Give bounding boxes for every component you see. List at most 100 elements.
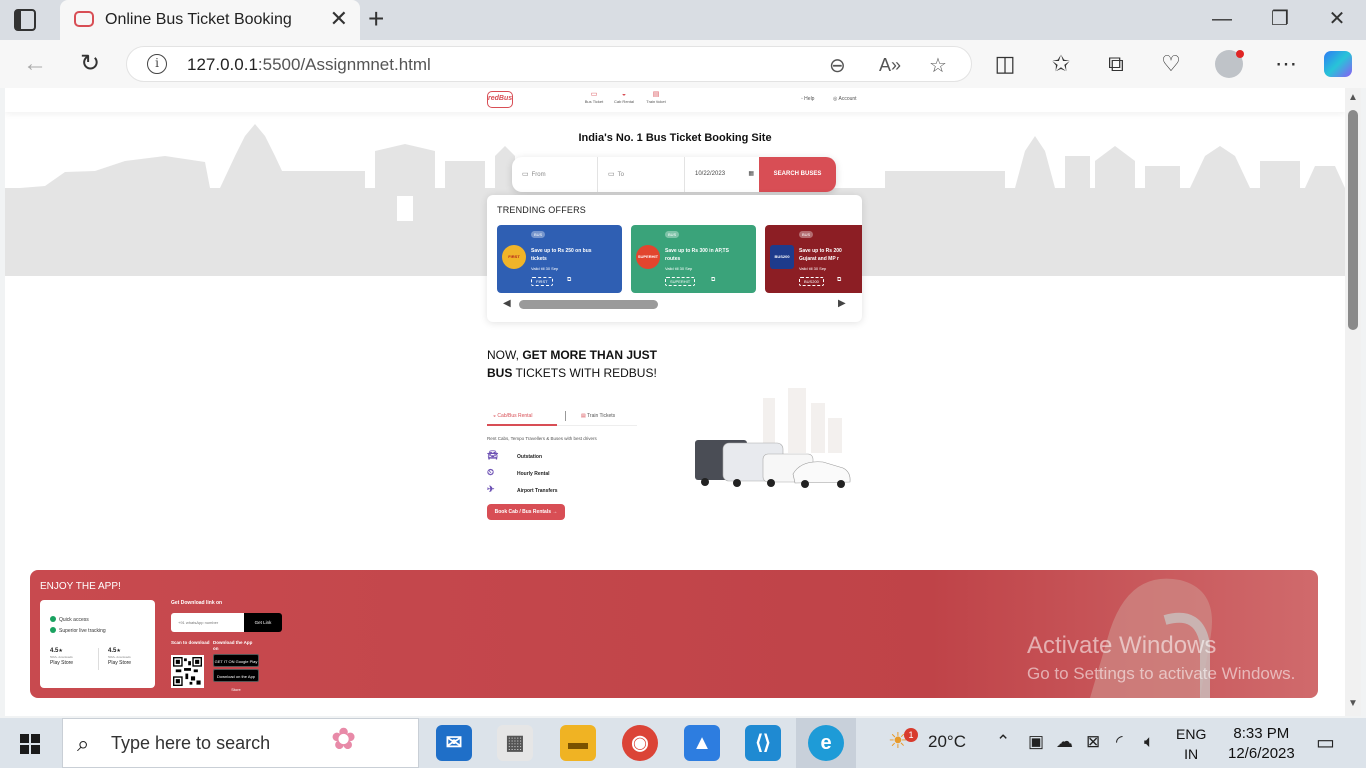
offer-badge: FIRST	[502, 245, 526, 269]
tab-train-tickets[interactable]: ▤ Train Tickets	[581, 413, 615, 419]
nav-cab-rental[interactable]: ◒ Cab Rental	[609, 91, 639, 104]
active-tab-indicator	[487, 424, 557, 426]
account-link[interactable]: ◎ Account	[833, 96, 857, 102]
train-icon: ▤	[652, 91, 660, 98]
download-link-title: Get Download link on	[171, 600, 223, 606]
scroll-up-icon[interactable]: ▲	[1348, 92, 1358, 103]
book-rentals-button[interactable]: Book Cab / Bus Rentals →	[487, 504, 565, 520]
offers-scrollbar[interactable]: ◀ ▶	[501, 298, 847, 310]
search-buses-button[interactable]: SEARCH BUSES	[759, 157, 836, 192]
windows-taskbar: ⌕ Type here to search ✿ ✉ ▦ ▬ ◉ ▲ ⟨⟩ e ☀…	[0, 718, 1366, 768]
favorites-icon[interactable]: ✩	[1046, 50, 1076, 78]
language-indicator[interactable]: ENG IN	[1176, 724, 1206, 764]
app-features-card: Quick access Superior live tracking 4.5★…	[40, 600, 155, 688]
app-store-button[interactable]: Download on the App Store	[213, 669, 259, 692]
favorite-star-icon[interactable]: ☆	[929, 53, 947, 78]
copilot-icon[interactable]	[1324, 51, 1352, 77]
temperature[interactable]: 20°C	[928, 732, 966, 752]
profile-notification-dot	[1236, 50, 1244, 58]
offer-card[interactable]: BUS BUS200 Save up to Rs 200 Gujarat and …	[765, 225, 862, 293]
site-info-icon[interactable]: i	[147, 54, 167, 74]
offer-code[interactable]: SUPERHIT	[665, 277, 696, 286]
offer-code[interactable]: BUS200	[799, 277, 824, 286]
page-scroll-thumb[interactable]	[1348, 110, 1358, 330]
weather-notification-badge: 1	[904, 728, 918, 742]
notifications-icon[interactable]: ▭	[1316, 730, 1335, 755]
taskbar-search-box[interactable]: ⌕ Type here to search ✿	[62, 718, 419, 768]
minimize-icon[interactable]: —	[1202, 6, 1242, 32]
offers-title: TRENDING OFFERS	[497, 205, 587, 215]
offer-text: Save up to Rs 250 on bus tickets	[531, 248, 592, 262]
tab-cab-bus-rental[interactable]: ◒ Cab/Bus Rental	[493, 413, 532, 419]
activate-windows-title: Activate Windows	[1027, 632, 1217, 659]
tab-close-icon[interactable]: ✕	[330, 7, 348, 31]
whatsapp-number-input[interactable]: +91 whatsApp number	[171, 613, 244, 632]
from-field[interactable]: ▭ From	[512, 157, 598, 192]
meet-now-icon[interactable]: ▣	[1028, 732, 1044, 752]
browser-essentials-icon[interactable]: ♡	[1156, 50, 1186, 78]
get-link-button[interactable]: Get Link	[244, 613, 282, 632]
nav-bus-ticket[interactable]: ▭ Bus Ticket	[579, 91, 609, 104]
offer-code[interactable]: FIRST	[531, 277, 553, 286]
scroll-left-icon[interactable]: ◀	[503, 298, 511, 310]
to-field[interactable]: ▭ To	[598, 157, 685, 192]
display-icon[interactable]: ⊠	[1086, 732, 1100, 752]
copy-icon[interactable]: ⧉	[567, 277, 571, 284]
new-tab-icon[interactable]: +	[368, 4, 384, 34]
browser-tab[interactable]: Online Bus Ticket Booking ✕	[60, 0, 360, 40]
split-screen-icon[interactable]: ◫	[990, 50, 1020, 78]
page-scrollbar[interactable]: ▲ ▼	[1345, 88, 1361, 716]
offer-card[interactable]: BUS FIRST Save up to Rs 250 on bus ticket…	[497, 225, 622, 293]
refresh-icon[interactable]: ↻	[75, 50, 105, 78]
tab-actions-icon[interactable]	[14, 9, 36, 31]
scroll-right-icon[interactable]: ▶	[838, 298, 846, 310]
copy-icon[interactable]: ⧉	[711, 277, 715, 284]
offer-validity: Valid till 30 Sep	[665, 266, 693, 271]
vscode-icon[interactable]: ⟨⟩	[745, 725, 781, 761]
volume-icon[interactable]: 🔈︎	[1144, 732, 1154, 752]
scroll-down-icon[interactable]: ▼	[1348, 698, 1358, 709]
read-aloud-icon[interactable]: A»	[879, 55, 901, 76]
activate-windows-subtitle: Go to Settings to activate Windows.	[1027, 664, 1296, 683]
mail-icon[interactable]: ✉	[436, 725, 472, 761]
date-field[interactable]: 10/22/2023 ▦	[685, 157, 759, 192]
trending-offers-panel: TRENDING OFFERS BUS FIRST Save up to Rs …	[487, 195, 862, 322]
feature-live-tracking: Superior live tracking	[50, 627, 106, 634]
rating-block: 4.5★ 50M+ downloads Play Store	[50, 648, 74, 666]
window-close-icon[interactable]: ✕	[1317, 6, 1357, 32]
copy-icon[interactable]: ⧉	[837, 277, 841, 284]
file-explorer-icon[interactable]: ▬	[560, 725, 596, 761]
qr-code	[171, 655, 204, 688]
onedrive-icon[interactable]: ☁	[1056, 732, 1073, 752]
offer-validity: Valid till 30 Sep	[531, 266, 559, 271]
google-play-button[interactable]: GET IT ON Google Play	[213, 654, 259, 667]
wifi-icon[interactable]: ◜	[1116, 732, 1123, 752]
more-menu-icon[interactable]: ⋯	[1271, 50, 1301, 78]
check-icon	[50, 616, 56, 622]
taskbar-search-placeholder: Type here to search	[111, 733, 271, 753]
back-icon[interactable]: ←	[20, 50, 50, 78]
windows-start-icon[interactable]	[20, 734, 40, 754]
cab-icon: ◒	[621, 91, 627, 98]
rental-item-hourly: ⏲︎ Hourly Rental	[487, 467, 550, 477]
store-icon[interactable]: ▦	[497, 725, 533, 761]
redbus-logo[interactable]: redBus	[487, 91, 513, 108]
address-field[interactable]: i 127.0.0.1:5500/Assignmnet.html ⊖ A» ☆	[126, 46, 972, 82]
edge-icon[interactable]: e	[808, 725, 844, 761]
calendar-icon[interactable]: ▦	[748, 157, 754, 192]
offer-badge: BUS200	[770, 245, 794, 269]
offer-badge: SUPERHIT	[636, 245, 660, 269]
nav-train-ticket[interactable]: ▤ Train ticket	[641, 91, 671, 104]
restore-icon[interactable]: ❐	[1260, 6, 1300, 32]
collections-icon[interactable]: ⧉	[1101, 50, 1131, 78]
photos-icon[interactable]: ▲	[684, 725, 720, 761]
zoom-out-icon[interactable]: ⊖	[829, 53, 846, 78]
help-link[interactable]: ◦ Help	[801, 96, 814, 102]
offer-card[interactable]: BUS SUPERHIT Save up to Rs 300 in AP,TS r…	[631, 225, 756, 293]
rental-heading: NOW, GET MORE THAN JUST BUS TICKETS WITH…	[487, 348, 658, 380]
offers-scroll-thumb[interactable]	[519, 300, 658, 309]
chrome-icon[interactable]: ◉	[622, 725, 658, 761]
show-hidden-icons[interactable]: ⌃	[996, 732, 1010, 752]
taskbar-clock[interactable]: 8:33 PM 12/6/2023	[1228, 724, 1295, 764]
feature-quick-access: Quick access	[50, 616, 89, 623]
